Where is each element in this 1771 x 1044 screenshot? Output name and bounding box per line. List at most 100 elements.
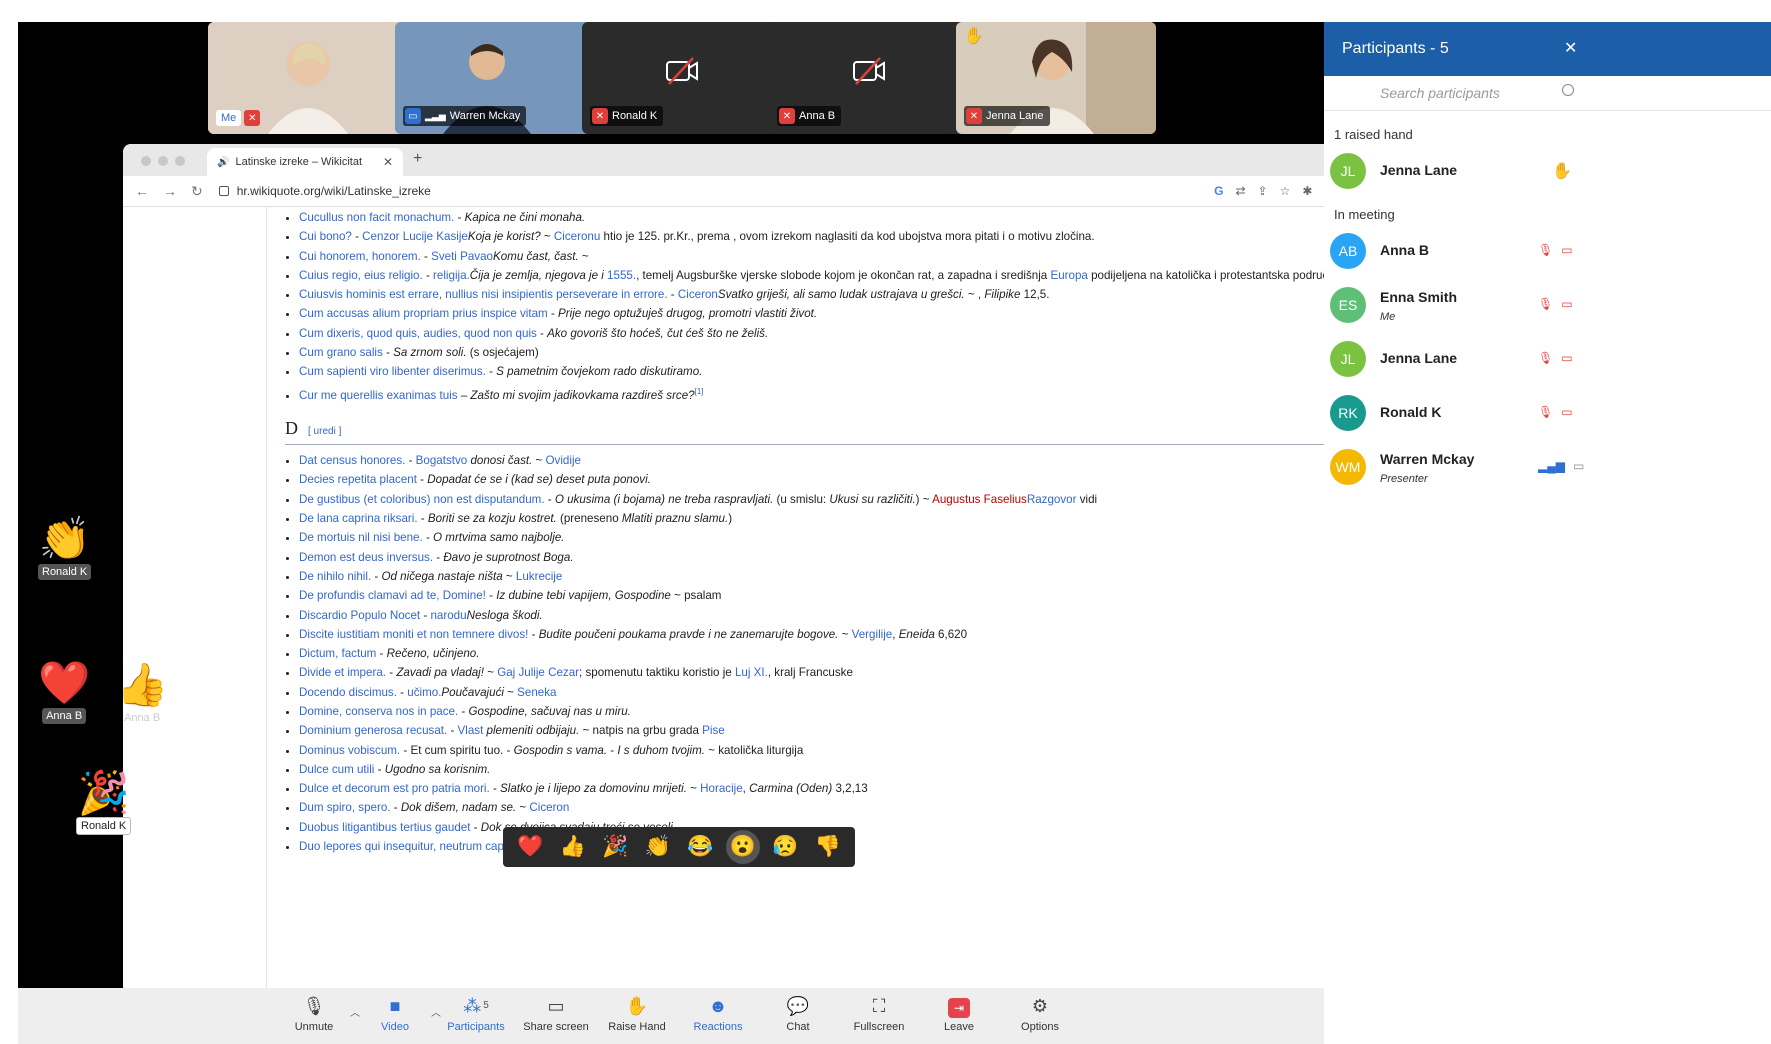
- video-tile-anna-b[interactable]: ✕ Anna B: [769, 22, 969, 134]
- quote-part[interactable]: Pise: [702, 724, 725, 737]
- quote-part[interactable]: De mortuis nil nisi bene.: [299, 531, 423, 544]
- quote-part[interactable]: Cum accusas alium propriam prius inspice…: [299, 307, 548, 320]
- camera-off-icon[interactable]: ▭: [1561, 243, 1572, 257]
- quote-part[interactable]: Luj XI.: [735, 666, 768, 679]
- quote-part[interactable]: Gaj Julije Cezar: [497, 666, 579, 679]
- quote-part[interactable]: Vergilije: [852, 628, 893, 641]
- quote-part[interactable]: Sveti Pavao: [431, 250, 493, 263]
- share-screen-button[interactable]: ▭ Share screen: [516, 994, 596, 1033]
- video-tile-ronald-k[interactable]: ✕ Ronald K: [582, 22, 782, 134]
- quote-part[interactable]: Cui bono?: [299, 230, 352, 243]
- quote-part[interactable]: De profundis clamavi ad te, Domine!: [299, 589, 486, 602]
- quote-part[interactable]: Dat census honores.: [299, 454, 405, 467]
- participants-button[interactable]: ⁂ 5 Participants: [436, 994, 516, 1033]
- quote-part[interactable]: Discardio Populo Nocet: [299, 609, 420, 622]
- minimize-window-button[interactable]: [158, 156, 168, 166]
- close-tab-icon[interactable]: ✕: [383, 155, 393, 169]
- forward-icon[interactable]: →: [163, 183, 177, 200]
- quote-part[interactable]: Cucullus non facit monachum.: [299, 211, 454, 224]
- quote-part[interactable]: Ciceron: [678, 288, 718, 301]
- chat-button[interactable]: 💬 Chat: [758, 994, 838, 1033]
- participant-row[interactable]: RK Ronald K 🎙 ▭: [1324, 387, 1771, 441]
- quote-part[interactable]: religija.: [433, 269, 470, 282]
- video-tile-warren-mckay[interactable]: ▭ ▂▃▅ Warren Mckay: [395, 22, 595, 134]
- quote-part[interactable]: Demon est deus inversus.: [299, 551, 433, 564]
- leave-button[interactable]: ⇥ Leave: [919, 994, 999, 1033]
- sad-reaction-button[interactable]: 😥: [768, 830, 802, 864]
- url-field[interactable]: hr.wikiquote.org/wiki/Latinske_izreke: [218, 184, 431, 198]
- close-window-button[interactable]: [141, 156, 151, 166]
- quote-part[interactable]: Cum sapienti viro libenter diserimus.: [299, 365, 486, 378]
- video-tile-me[interactable]: Me ✕: [208, 22, 408, 134]
- quote-part[interactable]: Cum grano salis: [299, 346, 383, 359]
- edit-section-link[interactable]: [ uredi ]: [308, 422, 341, 441]
- raised-hand-icon[interactable]: ✋: [1552, 161, 1572, 181]
- quote-part[interactable]: 1555.: [607, 269, 636, 282]
- quote-part[interactable]: Vlast: [458, 724, 484, 737]
- extensions-icon[interactable]: ✱: [1302, 184, 1312, 198]
- translate-icon[interactable]: ⇄: [1235, 184, 1245, 198]
- quote-part[interactable]: Duo lepores qui insequitur, neutrum capi…: [299, 840, 513, 853]
- mic-off-icon[interactable]: 🎙: [1538, 405, 1553, 419]
- bookmark-star-icon[interactable]: ☆: [1280, 184, 1291, 198]
- participant-row[interactable]: JL Jenna Lane 🎙 ▭: [1324, 333, 1771, 387]
- quote-part[interactable]: Discite iustitiam moniti et non temnere …: [299, 628, 528, 641]
- reactions-button[interactable]: ☻ Reactions: [678, 994, 758, 1033]
- party-reaction-button[interactable]: 🎉: [598, 830, 632, 864]
- video-tile-jenna-lane[interactable]: ✋ ✕ Jenna Lane: [956, 22, 1156, 134]
- quote-part[interactable]: Ciceron: [529, 801, 569, 814]
- fullscreen-button[interactable]: ⛶ Fullscreen: [839, 994, 919, 1033]
- participant-row[interactable]: WM Warren Mckay Presenter ▂▄▆ ▭: [1324, 441, 1771, 495]
- quote-part[interactable]: Seneka: [517, 686, 556, 699]
- clap-reaction-button[interactable]: 👏: [641, 830, 675, 864]
- quote-part[interactable]: Dulce et decorum est pro patria mori.: [299, 782, 490, 795]
- quote-part[interactable]: Cuius regio, eius religio.: [299, 269, 423, 282]
- search-icon[interactable]: [1562, 84, 1574, 96]
- quote-part[interactable]: narodu: [430, 609, 466, 622]
- quote-part[interactable]: Horacije: [700, 782, 743, 795]
- quote-part[interactable]: Divide et impera.: [299, 666, 386, 679]
- participant-row[interactable]: JL Jenna Lane ✋: [1324, 145, 1771, 199]
- mic-off-icon[interactable]: 🎙: [1538, 297, 1553, 311]
- new-tab-button[interactable]: +: [413, 150, 422, 168]
- quote-part[interactable]: Dominus vobiscum.: [299, 744, 400, 757]
- back-icon[interactable]: ←: [135, 183, 149, 200]
- quote-part[interactable]: Ovidije: [546, 454, 581, 467]
- raise-hand-button[interactable]: ✋ Raise Hand: [597, 994, 677, 1033]
- maximize-window-button[interactable]: [175, 156, 185, 166]
- mic-off-icon[interactable]: 🎙: [1538, 351, 1553, 365]
- quote-part[interactable]: Cui honorem, honorem.: [299, 250, 421, 263]
- quote-part[interactable]: Domine, conserva nos in pace.: [299, 705, 458, 718]
- share-icon[interactable]: ⇪: [1258, 184, 1268, 198]
- quote-part[interactable]: Dominium generosa recusat.: [299, 724, 447, 737]
- quote-part[interactable]: Augustus Faselius: [932, 493, 1027, 506]
- quote-part[interactable]: De nihilo nihil.: [299, 570, 371, 583]
- mic-off-icon[interactable]: 🎙: [1538, 243, 1553, 257]
- quote-part[interactable]: Europa: [1050, 269, 1087, 282]
- quote-part[interactable]: Bogatstvo: [416, 454, 468, 467]
- reload-icon[interactable]: ↻: [191, 183, 203, 200]
- heart-reaction-button[interactable]: ❤️: [513, 830, 547, 864]
- quote-part[interactable]: Cenzor Lucije Kasije: [362, 230, 468, 243]
- video-button[interactable]: ■ Video ︿: [355, 994, 441, 1033]
- quote-part[interactable]: Lukrecije: [516, 570, 562, 583]
- quote-part[interactable]: De gustibus (et coloribus) non est dispu…: [299, 493, 545, 506]
- quote-part[interactable]: Cum dixeris, quod quis, audies, quod non…: [299, 327, 537, 340]
- quote-part[interactable]: Razgovor: [1027, 493, 1077, 506]
- google-icon[interactable]: G: [1214, 184, 1223, 198]
- camera-icon[interactable]: ▭: [1573, 459, 1584, 473]
- quote-part[interactable]: De lana caprina riksari.: [299, 512, 418, 525]
- surprised-reaction-button[interactable]: 😮: [725, 830, 760, 864]
- quote-part[interactable]: učimo.: [407, 686, 441, 699]
- options-button[interactable]: ⚙ Options: [1000, 994, 1080, 1033]
- camera-off-icon[interactable]: ▭: [1561, 351, 1572, 365]
- camera-off-icon[interactable]: ▭: [1561, 297, 1572, 311]
- laugh-reaction-button[interactable]: 😂: [683, 830, 717, 864]
- participant-row[interactable]: AB Anna B 🎙 ▭: [1324, 225, 1771, 279]
- quote-part[interactable]: Duobus litigantibus tertius gaudet: [299, 821, 470, 834]
- thumbs-down-reaction-button[interactable]: 👎: [811, 830, 845, 864]
- quote-part[interactable]: Ciceronu: [554, 230, 600, 243]
- unmute-button[interactable]: 🎙 Unmute ︿: [274, 994, 360, 1033]
- quote-part[interactable]: Cur me querellis exanimas tuis: [299, 389, 458, 402]
- quote-part[interactable]: Decies repetita placent: [299, 473, 417, 486]
